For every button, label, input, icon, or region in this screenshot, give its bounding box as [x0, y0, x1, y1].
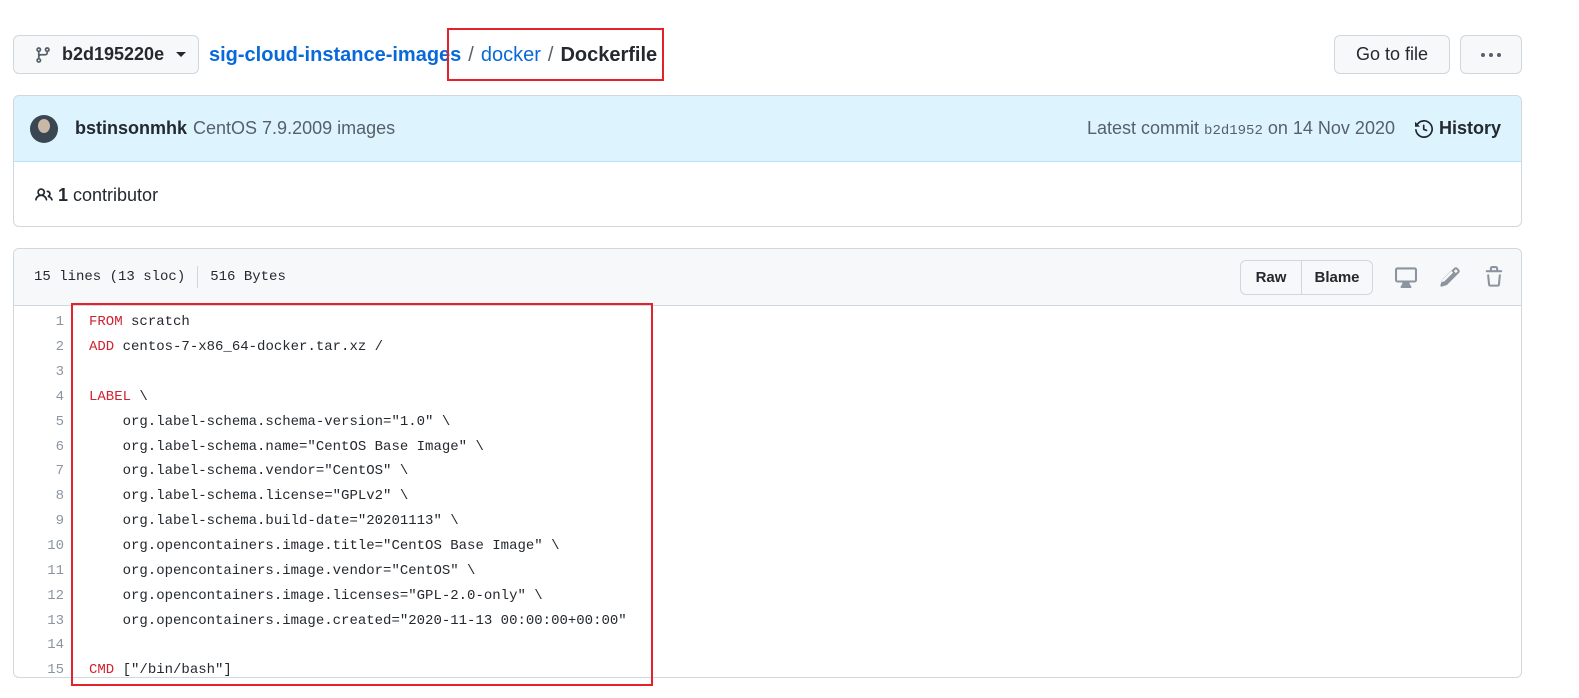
line-number[interactable]: 8	[14, 488, 64, 504]
history-label: History	[1438, 118, 1501, 138]
file-actions-group: Raw Blame	[1240, 259, 1373, 295]
file-info: 15 lines (13 sloc) 516 Bytes	[34, 266, 286, 288]
history-button[interactable]: History	[1414, 118, 1501, 139]
branch-name: b2d195220e	[62, 44, 165, 64]
line-number[interactable]: 14	[14, 637, 64, 653]
line-number[interactable]: 7	[14, 463, 64, 479]
line-number[interactable]: 12	[14, 588, 64, 604]
file-header: 15 lines (13 sloc) 516 Bytes Raw Blame	[14, 249, 1521, 306]
file-size: 516 Bytes	[210, 269, 286, 285]
kebab-horizontal-icon	[1481, 52, 1501, 57]
contributor-label: contributor	[73, 184, 159, 205]
contributors-row[interactable]: 1 contributor	[14, 162, 1521, 226]
highlight-annotation-box	[447, 28, 664, 81]
commit-sha-link[interactable]: b2d1952	[1204, 123, 1263, 139]
line-number[interactable]: 3	[14, 364, 64, 380]
desktop-icon[interactable]	[1395, 266, 1417, 288]
trash-icon[interactable]	[1483, 266, 1505, 288]
line-number[interactable]: 1	[14, 314, 64, 330]
line-number[interactable]: 15	[14, 662, 64, 677]
file-lines-info: 15 lines (13 sloc)	[34, 269, 186, 285]
line-number[interactable]: 5	[14, 414, 64, 430]
caret-down-icon	[176, 52, 187, 57]
people-icon	[35, 188, 53, 201]
branch-selector-button[interactable]: b2d195220e	[13, 35, 199, 74]
line-number[interactable]: 13	[14, 613, 64, 629]
go-to-file-button[interactable]: Go to file	[1334, 35, 1450, 74]
blame-button[interactable]: Blame	[1302, 261, 1372, 294]
latest-commit-prefix: Latest commit	[1086, 118, 1200, 138]
pencil-icon[interactable]	[1439, 266, 1461, 288]
commit-message-link[interactable]: CentOS 7.9.2009 images	[193, 118, 395, 139]
history-icon	[1414, 119, 1433, 138]
line-number[interactable]: 4	[14, 389, 64, 405]
commit-author-link[interactable]: bstinsonmhk	[75, 118, 187, 139]
contributor-count: 1	[58, 184, 69, 205]
commit-date: on 14 Nov 2020	[1267, 118, 1395, 138]
raw-button[interactable]: Raw	[1241, 260, 1302, 294]
line-number[interactable]: 9	[14, 513, 64, 529]
line-number[interactable]: 6	[14, 439, 64, 455]
git-branch-icon	[36, 46, 50, 63]
line-number[interactable]: 11	[14, 563, 64, 579]
line-number[interactable]: 2	[14, 339, 64, 355]
latest-commit-info: Latest commit b2d1952 on 14 Nov 2020	[1087, 118, 1395, 139]
more-options-button[interactable]	[1460, 35, 1522, 74]
line-number[interactable]: 10	[14, 538, 64, 554]
breadcrumb-repo-link[interactable]: sig-cloud-instance-images	[209, 44, 461, 67]
highlight-annotation-box	[71, 303, 653, 686]
commit-header: bstinsonmhk CentOS 7.9.2009 images Lates…	[14, 96, 1521, 162]
avatar[interactable]	[30, 114, 58, 143]
latest-commit-box: bstinsonmhk CentOS 7.9.2009 images Lates…	[13, 95, 1522, 227]
